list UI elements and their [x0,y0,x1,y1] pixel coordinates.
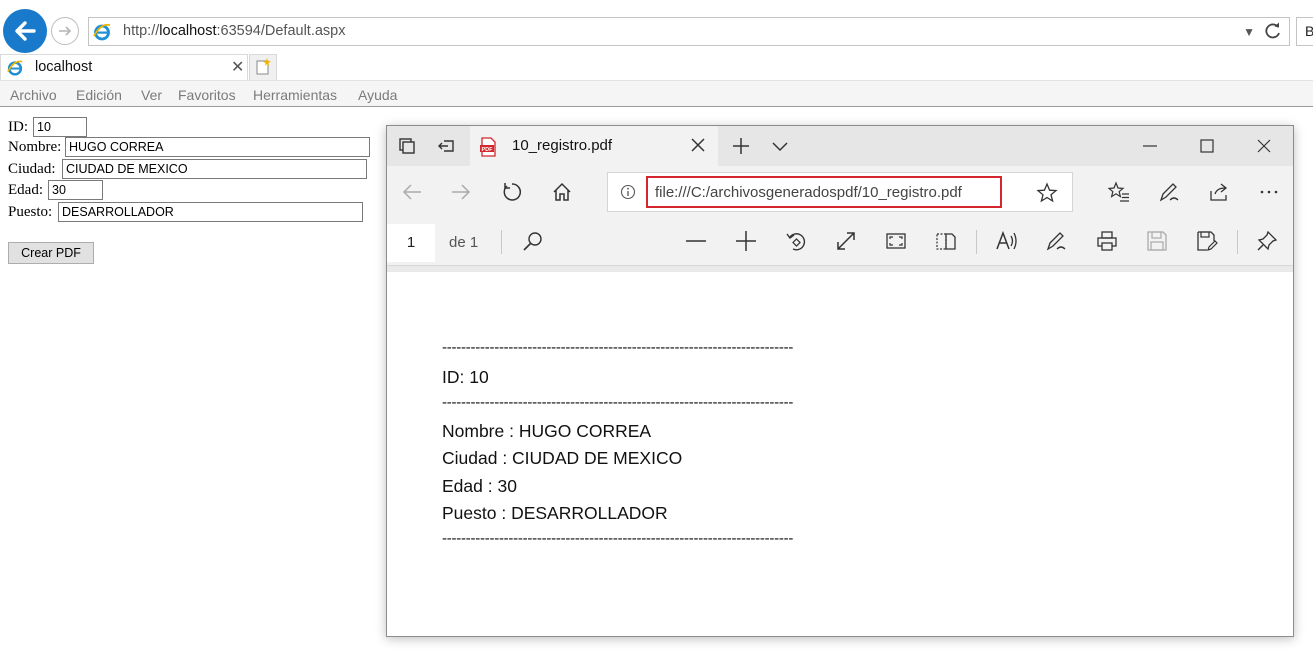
page-count: de 1 [449,234,479,251]
nombre-label: Nombre: [8,139,62,155]
address-bar[interactable]: http://localhost:63594/Default.aspx ▼ [88,17,1290,46]
forward-arrow-icon[interactable] [450,181,472,203]
toolbar-divider [501,230,502,254]
pdf-id-line: ID: 10 [442,367,489,387]
pdf-separator: ----------------------------------------… [442,339,794,356]
search-box[interactable]: B [1296,17,1313,46]
menu-favoritos[interactable]: Favoritos [178,87,236,103]
read-aloud-icon[interactable] [995,230,1019,252]
search-icon[interactable] [522,230,544,252]
menu-edicion[interactable]: Edición [76,87,122,103]
fit-to-page-icon[interactable] [885,230,907,252]
menu-ayuda[interactable]: Ayuda [358,87,397,103]
pdf-separator: ----------------------------------------… [442,394,794,411]
save-icon[interactable] [1146,230,1168,252]
new-tab-icon [256,58,271,75]
puesto-input[interactable]: DESARROLLADOR [58,202,363,222]
close-window-icon[interactable] [1254,136,1274,156]
svg-text:PDF: PDF [482,147,494,153]
pin-toolbar-icon[interactable] [1256,230,1278,252]
menu-bar: Archivo Edición Ver Favoritos Herramient… [0,80,1313,107]
close-tab-icon[interactable]: ✕ [231,57,244,77]
ie-address-row: http://localhost:63594/Default.aspx ▼ B [0,8,1313,54]
new-tab-plus-icon[interactable] [731,136,751,156]
tab-row: localhost ✕ [0,54,1313,80]
close-tab-icon[interactable] [688,135,708,155]
edad-input[interactable]: 30 [48,180,103,200]
home-icon[interactable] [551,181,573,203]
rotate-icon[interactable] [785,230,807,252]
tab-title: localhost [35,59,93,75]
pdf-nombre-line: Nombre : HUGO CORREA [442,421,652,441]
forward-button[interactable] [51,17,79,45]
refresh-icon[interactable] [501,181,523,203]
minimize-icon[interactable] [1140,136,1160,156]
add-notes-pen-icon[interactable] [1158,181,1180,203]
menu-herramientas[interactable]: Herramientas [253,87,337,103]
page-number-input[interactable]: 1 [387,224,435,262]
save-as-icon[interactable] [1196,230,1218,252]
tab-manager-icon[interactable] [397,136,417,156]
info-icon[interactable] [620,184,636,200]
new-tab-button[interactable] [249,54,277,80]
crear-pdf-button[interactable]: Crear PDF [8,242,94,264]
back-button[interactable] [3,9,47,53]
print-icon[interactable] [1096,230,1118,252]
chevron-down-icon[interactable]: ▼ [1243,25,1255,39]
pdf-view-top-border [387,266,1293,272]
address-url: http://localhost:63594/Default.aspx [123,23,346,39]
pdf-puesto-line: Puesto : DESARROLLADOR [442,503,668,523]
nombre-input[interactable]: HUGO CORREA [65,137,370,157]
pdf-toolbar: 1 de 1 [387,218,1293,266]
pdf-separator: ----------------------------------------… [442,530,794,547]
favorites-list-icon[interactable] [1108,181,1130,203]
back-arrow-icon[interactable] [401,181,423,203]
tab-localhost[interactable]: localhost ✕ [0,54,248,80]
draw-icon[interactable] [1045,230,1067,252]
refresh-icon[interactable] [1263,21,1283,41]
maximize-icon[interactable] [1197,136,1217,156]
menu-ver[interactable]: Ver [141,87,162,103]
zoom-in-icon[interactable] [735,230,757,252]
share-icon[interactable] [1208,181,1230,203]
zoom-out-icon[interactable] [685,230,707,252]
pdf-file-icon: PDF [478,137,498,157]
fit-to-width-icon[interactable] [835,230,857,252]
menu-archivo[interactable]: Archivo [10,87,57,103]
page-view-icon[interactable] [935,230,957,252]
more-options-icon[interactable] [1258,181,1280,203]
set-aside-tabs-icon[interactable] [436,136,456,156]
favorite-star-icon[interactable] [1036,182,1058,204]
edge-tab-title: 10_registro.pdf [512,137,613,154]
edge-address-bar[interactable]: file:///C:/archivosgeneradospdf/10_regis… [607,172,1073,212]
id-input[interactable]: 10 [33,117,87,137]
puesto-label: Puesto: [8,204,53,220]
edge-url: file:///C:/archivosgeneradospdf/10_regis… [655,184,962,201]
back-arrow-icon [15,21,36,41]
edge-navbar: file:///C:/archivosgeneradospdf/10_regis… [387,166,1293,218]
edad-label: Edad: [8,182,43,198]
tab-preview-chevron-icon[interactable] [770,136,790,156]
toolbar-divider [976,230,977,254]
edge-pdf-window: PDF 10_registro.pdf file:///C:/archivosg… [386,125,1294,637]
ie-logo-icon [6,59,24,77]
toolbar-divider [1237,230,1238,254]
edge-tab[interactable]: PDF 10_registro.pdf [470,126,718,166]
edge-titlebar: PDF 10_registro.pdf [387,126,1293,166]
pdf-ciudad-line: Ciudad : CIUDAD DE MEXICO [442,448,683,468]
forward-arrow-icon [59,26,72,36]
ie-logo-icon [92,22,112,42]
url-highlight-box: file:///C:/archivosgeneradospdf/10_regis… [646,176,1002,208]
id-label: ID: [8,119,28,135]
pdf-edad-line: Edad : 30 [442,476,517,496]
ciudad-input[interactable]: CIUDAD DE MEXICO [62,159,367,179]
ciudad-label: Ciudad: [8,161,56,177]
